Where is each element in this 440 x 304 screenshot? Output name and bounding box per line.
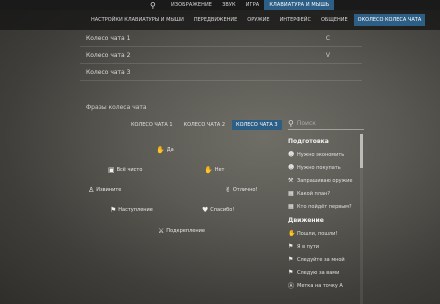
subtab-interface[interactable]: ИНТЕРФЕЙС: [276, 14, 315, 26]
chat-wheel-bindings: Колесо чата 1 C Колесо чата 2 V Колесо ч…: [80, 30, 362, 81]
thumbs-down-icon: ✋: [204, 166, 213, 174]
list-item-label: Какой план?: [297, 190, 330, 197]
follow-me-icon: ⚑: [288, 256, 294, 263]
chat-wheel: ✋ Да ▣ Всё чисто ✋ Нет ♙ Извините ✌ Отли…: [80, 132, 280, 247]
list-item-label: Следую за вами: [297, 269, 340, 276]
list-item[interactable]: Ⓐ Метка на точку А: [288, 279, 364, 292]
binding-label: Колесо чата 2: [86, 51, 131, 59]
list-item[interactable]: ▦ Какой план?: [288, 187, 364, 200]
wheel-slot-top-left[interactable]: ▣ Всё чисто: [108, 166, 142, 174]
wheel-slot-label: Отлично!: [232, 187, 258, 193]
tab-image[interactable]: ИЗОБРАЖЕНИЕ: [166, 0, 217, 10]
wheel-slot-label: Подкрепление: [166, 228, 205, 234]
subtab-communication[interactable]: ОБЩЕНИЕ: [317, 14, 352, 26]
tab-game[interactable]: ИГРА: [241, 0, 265, 10]
search-placeholder: Поиск: [296, 120, 316, 127]
list-item-label: Нужно покупать: [297, 164, 341, 171]
wheel-slot-bottom[interactable]: ⚔ Подкрепление: [158, 227, 205, 235]
subtab-chat-wheel[interactable]: ОКОЛЕСО КОЛЕСА ЧАТА: [353, 14, 426, 26]
buy-icon: ☻: [288, 164, 295, 171]
thumbs-up-icon: ✋: [156, 146, 165, 154]
list-item[interactable]: ⚑ Следую за вами: [288, 266, 364, 279]
scrollbar[interactable]: [360, 134, 363, 304]
list-item[interactable]: ✋ Пошли, пошли!: [288, 227, 364, 240]
list-item[interactable]: ▦ Кто пойдёт первым?: [288, 200, 364, 213]
list-item-label: Нужно экономить: [297, 151, 345, 158]
subtab-weapons[interactable]: ОРУЖИЕ: [243, 14, 273, 26]
binding-label: Колесо чата 1: [86, 34, 131, 42]
marker-a-icon: Ⓐ: [288, 283, 295, 290]
binding-label: Колесо чата 3: [86, 68, 131, 76]
run-icon: ⚑: [288, 243, 294, 250]
wheel-tabs: КОЛЕСО ЧАТА 1 КОЛЕСО ЧАТА 2 КОЛЕСО ЧАТА …: [127, 120, 285, 130]
list-item[interactable]: ⚑ Я в пути: [288, 240, 364, 253]
weapon-icon: ⚒: [288, 177, 294, 184]
wheel-slot-bottom-right[interactable]: ♥ Спасибо!: [202, 206, 234, 214]
list-item-label: Метка на точку А: [297, 282, 343, 289]
sub-navigation: НАСТРОЙКИ КЛАВИАТУРЫ И МЫШИ ПЕРЕДВИЖЕНИЕ…: [0, 10, 440, 30]
binding-row[interactable]: Колесо чата 3: [80, 64, 362, 81]
search-icon[interactable]: ⚲: [150, 1, 156, 10]
list-item[interactable]: ☻ Нужно покупать: [288, 161, 364, 174]
list-item-label: Я в пути: [297, 243, 319, 250]
save-icon: ☻: [288, 151, 295, 158]
section-title: Фразы колеса чата: [86, 104, 147, 111]
list-item[interactable]: ⚒ Запрашиваю оружие: [288, 174, 364, 187]
handshake-icon: ♥: [202, 206, 209, 214]
tab-wheel-1[interactable]: КОЛЕСО ЧАТА 1: [127, 120, 177, 130]
thumbs-up-icon: ✌: [225, 186, 231, 194]
list-item[interactable]: ⚑ Следуйте за мной: [288, 253, 364, 266]
list-item-label: Кто пойдёт первым?: [297, 203, 352, 210]
wheel-slot-label: Извините: [96, 187, 122, 193]
advance-icon: ⚑: [110, 206, 117, 214]
tab-keyboard-mouse[interactable]: КЛАВИАТУРА И МЫШЬ: [264, 0, 335, 10]
wheel-slot-top-right[interactable]: ✋ Нет: [204, 166, 224, 174]
subtab-movement[interactable]: ПЕРЕДВИЖЕНИЕ: [190, 14, 241, 26]
first-icon: ▦: [288, 203, 294, 210]
tab-sound[interactable]: ЗВУК: [217, 0, 241, 10]
section-preparation: Подготовка: [288, 138, 329, 145]
list-item[interactable]: ☻ Нужно экономить: [288, 148, 364, 161]
list-item-label: Пошли, пошли!: [297, 230, 338, 237]
search-input[interactable]: ⚲ Поиск: [288, 118, 364, 130]
wheel-slot-label: Да: [166, 147, 174, 153]
binding-key[interactable]: V: [326, 52, 356, 59]
tab-wheel-3[interactable]: КОЛЕСО ЧАТА 3: [232, 120, 282, 130]
wheel-slot-label: Всё чисто: [116, 167, 143, 173]
wheel-slot-label: Спасибо!: [210, 207, 235, 213]
binding-key[interactable]: C: [326, 35, 356, 42]
binding-row[interactable]: Колесо чата 2 V: [80, 47, 362, 64]
follow-you-icon: ⚑: [288, 269, 294, 276]
wheel-slot-label: Нет: [214, 167, 225, 173]
phrase-list: Подготовка ☻ Нужно экономить ☻ Нужно покуп…: [288, 134, 364, 304]
wheel-slot-bottom-left[interactable]: ⚑ Наступление: [110, 206, 153, 214]
clear-icon: ▣: [108, 166, 115, 174]
reinforcement-icon: ⚔: [158, 227, 165, 235]
wheel-slot-top[interactable]: ✋ Да: [156, 146, 174, 154]
wheel-slot-left[interactable]: ♙ Извините: [88, 186, 121, 194]
top-navigation: ⚲ ИЗОБРАЖЕНИЕ ЗВУК ИГРА КЛАВИАТУРА И МЫШ…: [0, 0, 440, 10]
go-icon: ✋: [288, 230, 296, 237]
list-item-label: Следуйте за мной: [297, 256, 345, 263]
scrollbar-thumb[interactable]: [360, 134, 363, 168]
section-movement: Движение: [288, 217, 324, 224]
plan-icon: ▦: [288, 190, 294, 197]
list-item-label: Запрашиваю оружие: [297, 177, 353, 184]
wheel-slot-right[interactable]: ✌ Отлично!: [225, 186, 257, 194]
subtab-keyboard-mouse-settings[interactable]: НАСТРОЙКИ КЛАВИАТУРЫ И МЫШИ: [87, 14, 188, 26]
search-icon: ⚲: [288, 119, 294, 128]
binding-row[interactable]: Колесо чата 1 C: [80, 30, 362, 47]
tab-wheel-2[interactable]: КОЛЕСО ЧАТА 2: [180, 120, 230, 130]
sorry-icon: ♙: [88, 186, 95, 194]
wheel-slot-label: Наступление: [118, 207, 153, 213]
